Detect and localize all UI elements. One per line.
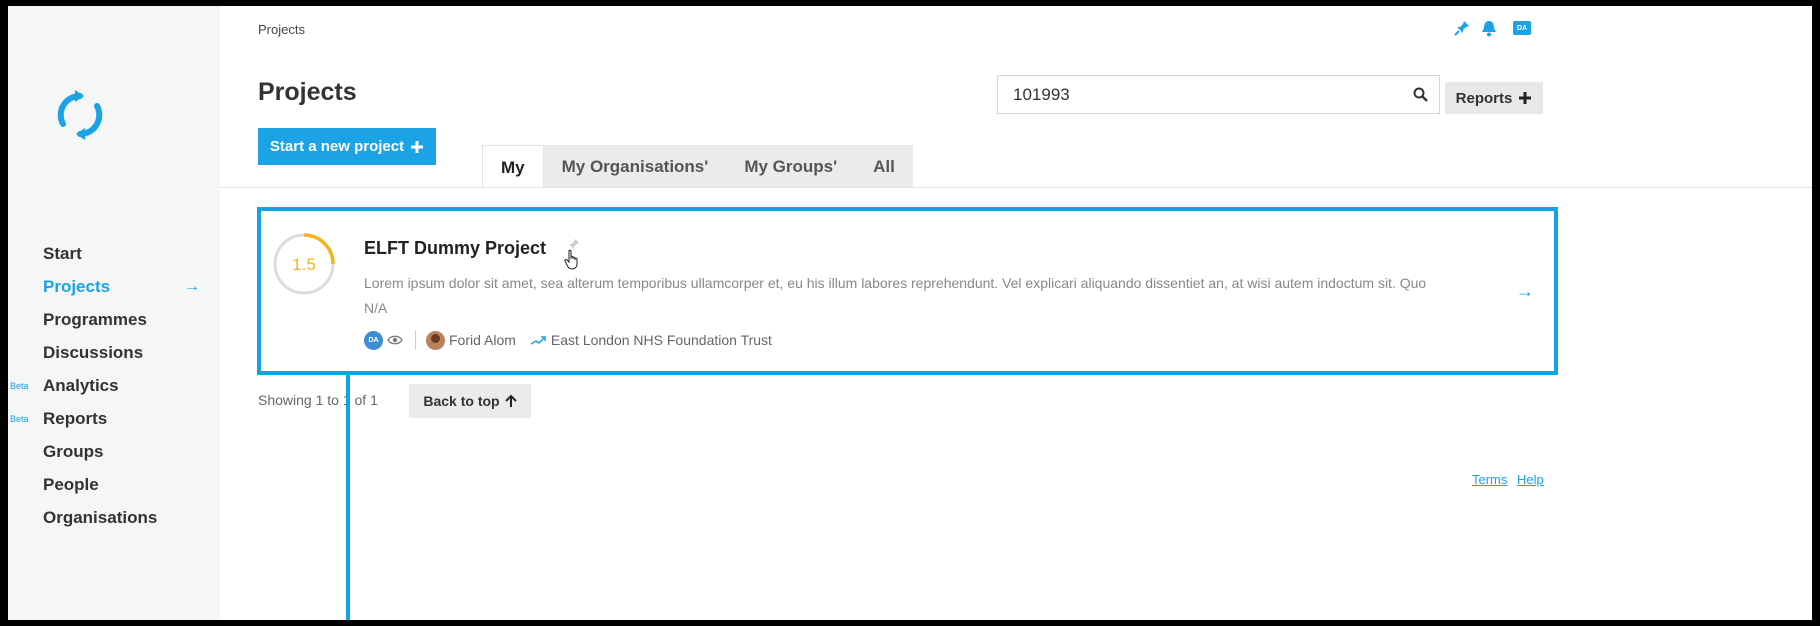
breadcrumb: Projects [258,22,305,37]
sidebar-item-reports[interactable]: Beta Reports [8,402,220,435]
sidebar-item-label: Reports [43,409,108,428]
sidebar-item-start[interactable]: Start [8,237,220,270]
project-description: Lorem ipsum dolor sit amet, sea alterum … [364,275,1427,291]
sidebar-item-label: Projects [43,277,111,296]
beta-badge: Beta [10,381,29,391]
annotation-line [346,375,350,620]
sidebar-item-people[interactable]: People [8,468,220,501]
help-link[interactable]: Help [1517,472,1544,487]
button-label: Start a new project [269,138,405,155]
sidebar: Start Projects → Programmes Discussions B… [8,6,220,620]
organisation-name[interactable]: East London NHS Foundation Trust [551,332,772,348]
sidebar-nav: Start Projects → Programmes Discussions B… [8,237,220,534]
divider [220,187,1812,188]
tab-my[interactable]: My [482,145,544,188]
tab-my-groups[interactable]: My Groups' [726,145,856,188]
app-logo-icon[interactable] [53,88,107,142]
sidebar-item-label: Organisations [43,508,158,527]
search-input[interactable] [998,76,1378,113]
sidebar-item-label: Discussions [43,343,144,362]
sidebar-item-label: Analytics [43,376,119,395]
page-title: Projects [258,78,357,106]
arrow-right-icon: → [184,278,200,295]
plus-icon [1519,92,1532,104]
button-label: Back to top [423,393,500,409]
beta-badge: Beta [10,414,29,424]
plus-icon [411,140,424,153]
project-status: N/A [364,300,388,316]
tab-all[interactable]: All [855,145,913,188]
tab-bar: My My Organisations' My Groups' All [482,145,913,188]
sidebar-item-discussions[interactable]: Discussions [8,336,220,369]
back-to-top-button[interactable]: Back to top [409,384,531,418]
pin-icon[interactable] [1453,19,1471,37]
sidebar-item-programmes[interactable]: Programmes [8,303,220,336]
bell-icon[interactable] [1481,19,1497,37]
score-ring: 1.5 [273,233,335,295]
user-avatar[interactable]: DA [1513,21,1531,35]
sidebar-item-analytics[interactable]: Beta Analytics [8,369,220,402]
project-meta: DA Forid Alom East London NHS Foundation… [364,329,772,351]
separator [415,330,416,350]
hand-cursor-icon [564,249,578,270]
eye-icon[interactable] [387,334,403,346]
score-value: 1.5 [292,255,316,274]
sidebar-item-label: Programmes [43,310,147,329]
organisation-icon [530,336,546,345]
search-box [997,75,1440,114]
start-new-project-button[interactable]: Start a new project [258,128,436,165]
sidebar-item-groups[interactable]: Groups [8,435,220,468]
person-name[interactable]: Forid Alom [449,332,516,348]
button-label: Reports [1455,89,1513,107]
arrow-right-icon[interactable]: → [1516,281,1534,302]
sidebar-item-label: Groups [43,442,104,461]
footer-links: Terms Help [1466,472,1544,487]
search-icon[interactable] [1413,87,1428,102]
owner-avatar[interactable]: DA [364,330,383,350]
terms-link[interactable]: Terms [1472,472,1507,487]
project-card[interactable]: 1.5 ELFT Dummy Project Lorem ipsum dolor… [257,207,1558,375]
sidebar-item-projects[interactable]: Projects → [8,270,220,303]
person-avatar[interactable] [426,330,445,350]
project-title[interactable]: ELFT Dummy Project [364,238,546,259]
arrow-up-icon [504,394,517,407]
tab-my-organisations[interactable]: My Organisations' [543,145,727,188]
top-icons: DA [1453,18,1531,38]
reports-button[interactable]: Reports [1445,82,1543,114]
app-window: Start Projects → Programmes Discussions B… [8,6,1812,620]
sidebar-item-organisations[interactable]: Organisations [8,501,220,534]
sidebar-item-label: Start [43,244,82,263]
sidebar-item-label: People [43,475,99,494]
pagination-summary: Showing 1 to 1 of 1 [258,392,378,408]
